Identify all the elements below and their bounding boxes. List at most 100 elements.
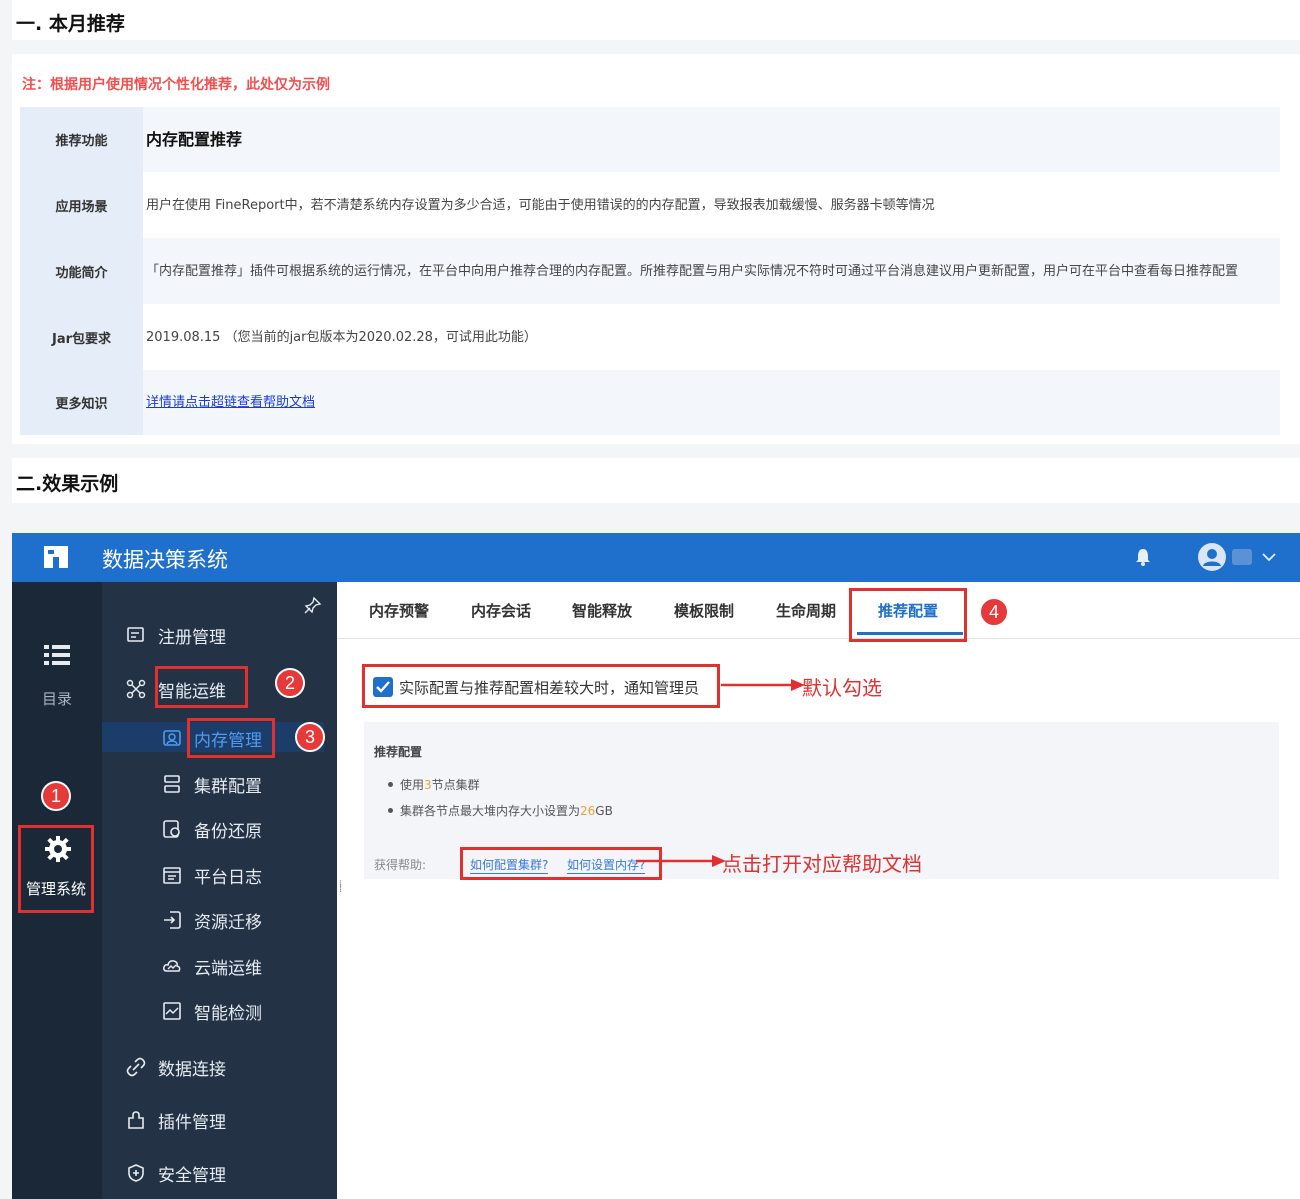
- menu-item-label: 集群配置: [194, 776, 262, 797]
- row-key: 推荐功能: [20, 107, 143, 172]
- log-icon: [163, 867, 181, 884]
- row-key: 应用场景: [20, 172, 143, 238]
- help-label: 获得帮助:: [374, 858, 427, 872]
- annotation-open-help: 点击打开对应帮助文档: [722, 852, 922, 876]
- section1-heading: 一. 本月推荐: [16, 13, 125, 35]
- menu-item-cluster[interactable]: 集群配置: [162, 769, 262, 799]
- section1-header: 一. 本月推荐: [12, 0, 1300, 40]
- row-value: 内存配置推荐: [143, 107, 1280, 172]
- rail-management-system[interactable]: 管理系统: [18, 825, 94, 913]
- left-rail: 目录 1 管理系统: [12, 582, 102, 1199]
- highlight-box-checkbox: 实际配置与推荐配置相差较大时，通知管理员: [362, 664, 720, 708]
- table-row: 功能简介 「内存配置推荐」插件可根据系统的运行情况，在平台中向用户推荐合理的内存…: [20, 238, 1280, 304]
- menu-item-data-connection[interactable]: 数据连接: [126, 1052, 226, 1082]
- menu-item-label: 注册管理: [158, 627, 226, 648]
- cluster-icon: [164, 775, 180, 793]
- cloud-icon: [163, 960, 181, 972]
- row-key: 更多知识: [20, 370, 143, 435]
- menu-item-detect[interactable]: 智能检测: [162, 996, 262, 1026]
- ops-icon: [126, 679, 146, 699]
- bell-icon[interactable]: [1134, 547, 1152, 567]
- list-icon[interactable]: [44, 644, 70, 666]
- table-row: Jar包要求 2019.08.15 （您当前的jar包版本为2020.02.28…: [20, 304, 1280, 370]
- detect-icon: [163, 1002, 181, 1020]
- register-icon: [127, 627, 144, 642]
- step-badge-4: 4: [979, 597, 1009, 627]
- backup-icon: [163, 820, 180, 838]
- row-key: 功能简介: [20, 238, 143, 304]
- step-badge-2: 2: [275, 668, 305, 698]
- notify-checkbox[interactable]: [373, 677, 393, 697]
- row-value: 2019.08.15 （您当前的jar包版本为2020.02.28，可试用此功能…: [146, 329, 537, 345]
- annotation-default-checked: 默认勾选: [802, 676, 882, 700]
- link-icon: [126, 1057, 146, 1077]
- highlight-box-smart-ops: [155, 666, 248, 708]
- section2-header: 二.效果示例: [12, 458, 1300, 503]
- migrate-icon: [164, 911, 181, 929]
- arrow-icon: [721, 679, 805, 691]
- menu-item-label: 平台日志: [194, 867, 262, 888]
- chevron-down-icon[interactable]: [1260, 548, 1278, 566]
- checkbox-label: 实际配置与推荐配置相差较大时，通知管理员: [399, 679, 700, 697]
- menu-item-label: 云端运维: [194, 958, 262, 979]
- table-row: 更多知识 详情请点击超链查看帮助文档: [20, 370, 1280, 435]
- help-link-memory[interactable]: 如何设置内存?: [567, 856, 646, 874]
- panel-title: 推荐配置: [374, 745, 423, 759]
- tab-memory-session[interactable]: 内存会话: [471, 600, 531, 621]
- table-row: 应用场景 用户在使用 FineReport中，若不清楚系统内存设置为多少合适，可…: [20, 172, 1280, 238]
- menu-item-register[interactable]: 注册管理: [126, 620, 226, 650]
- highlight-box-tab: [849, 588, 967, 642]
- username-blurred: [1232, 549, 1252, 565]
- help-doc-link[interactable]: 详情请点击超链查看帮助文档: [146, 394, 315, 411]
- row-key: Jar包要求: [20, 304, 143, 370]
- check-icon: [376, 681, 390, 693]
- content-area: ⁞ ⁞ 内存预警 内存会话 智能释放 模板限制 生命周期 推荐配置 4 实际配置与…: [337, 582, 1300, 1199]
- highlight-box-memory: [187, 718, 275, 758]
- menu-item-label: 插件管理: [158, 1112, 226, 1133]
- top-bar: 数据决策系统: [12, 533, 1300, 582]
- row-value: 「内存配置推荐」插件可根据系统的运行情况，在平台中向用户推荐合理的内存配置。所推…: [143, 238, 1280, 304]
- note-text: 注：根据用户使用情况个性化推荐，此处仅为示例: [22, 77, 330, 93]
- tab-template-limit[interactable]: 模板限制: [674, 600, 734, 621]
- menu-item-security[interactable]: 安全管理: [126, 1158, 226, 1188]
- tab-smart-release[interactable]: 智能释放: [572, 600, 632, 621]
- menu-item-cloud[interactable]: 云端运维: [162, 951, 262, 981]
- splitter-handle[interactable]: ⁞ ⁞: [339, 880, 345, 902]
- menu-item-backup[interactable]: 备份还原: [162, 814, 262, 844]
- tab-bar: 内存预警 内存会话 智能释放 模板限制 生命周期 推荐配置 4: [337, 582, 1300, 642]
- menu-item-label: 智能检测: [194, 1003, 262, 1024]
- menu-item-label: 安全管理: [158, 1165, 226, 1186]
- bullet-item: 集群各节点最大堆内存大小设置为26GB: [388, 802, 613, 819]
- menu-item-label: 备份还原: [194, 821, 262, 842]
- step-badge-3: 3: [295, 722, 325, 752]
- help-link-cluster[interactable]: 如何配置集群?: [470, 856, 549, 874]
- arrow-icon: [636, 855, 726, 867]
- menu-item-log[interactable]: 平台日志: [162, 860, 262, 890]
- shield-icon: [128, 1164, 144, 1182]
- gear-icon: [45, 836, 71, 862]
- tab-lifecycle[interactable]: 生命周期: [776, 600, 836, 621]
- row-value-link-cell: 详情请点击超链查看帮助文档: [143, 370, 1280, 435]
- pin-icon[interactable]: [304, 596, 322, 614]
- row-value: 用户在使用 FineReport中，若不清楚系统内存设置为多少合适，可能由于使用…: [146, 197, 935, 213]
- app-title: 数据决策系统: [102, 548, 228, 572]
- rail-directory-label[interactable]: 目录: [12, 688, 102, 709]
- highlight-box-help-links: 如何配置集群? 如何设置内存?: [460, 847, 662, 880]
- user-icon: [1203, 549, 1221, 566]
- recommend-table-card: 注：根据用户使用情况个性化推荐，此处仅为示例 推荐功能 内存配置推荐 应用场景 …: [12, 54, 1300, 444]
- rail-management-label: 管理系统: [25, 880, 86, 898]
- tab-memory-alert[interactable]: 内存预警: [369, 600, 429, 621]
- section2-heading: 二.效果示例: [16, 473, 119, 495]
- avatar[interactable]: [1198, 543, 1226, 571]
- logo-icon: [44, 546, 68, 568]
- step-badge-1: 1: [41, 781, 71, 811]
- table-row: 推荐功能 内存配置推荐: [20, 107, 1280, 172]
- menu-item-migrate[interactable]: 资源迁移: [162, 905, 262, 935]
- menu-item-plugin[interactable]: 插件管理: [126, 1105, 226, 1135]
- memory-icon: [163, 730, 181, 746]
- menu-item-label: 资源迁移: [194, 912, 262, 933]
- menu-item-label: 数据连接: [158, 1059, 226, 1080]
- admin-menu: 注册管理 智能运维 2 内存管理 3 集群配置 备份还原 平台日志 资源迁移 云…: [102, 582, 337, 1199]
- plugin-icon: [128, 1111, 144, 1129]
- app-screenshot: 数据决策系统 目录 1 管理系统 注册管理 智能运维 2 内存管理 3 集群配置…: [12, 533, 1300, 1199]
